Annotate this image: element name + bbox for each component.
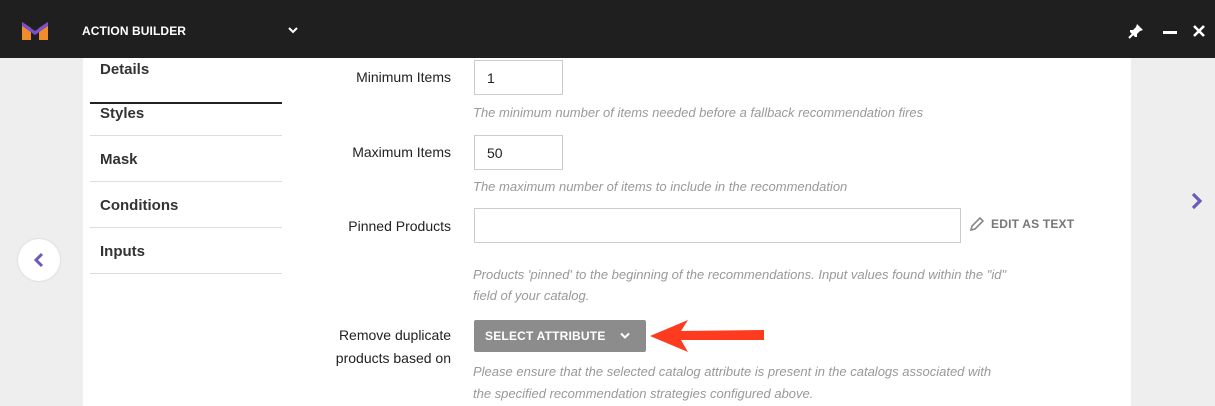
brand-logo xyxy=(22,22,48,40)
pinned-products-help-line1: Products 'pinned' to the beginning of th… xyxy=(473,267,1007,282)
sidebar-item-label: Styles xyxy=(100,105,145,122)
title-bar: ACTION BUILDER xyxy=(0,0,1215,58)
chevron-down-icon[interactable] xyxy=(286,23,300,37)
maximum-items-input[interactable] xyxy=(474,135,563,170)
app-title: ACTION BUILDER xyxy=(82,24,187,38)
sidebar-item-styles[interactable]: Styles xyxy=(90,90,282,136)
pinned-products-label: Pinned Products xyxy=(348,218,451,234)
sidebar-item-inputs[interactable]: Inputs xyxy=(90,228,282,274)
remove-duplicates-label-line1: Remove duplicate xyxy=(338,327,451,343)
minimum-items-label: Minimum Items xyxy=(356,69,451,85)
remove-duplicates-help-line2: the specified recommendation strategies … xyxy=(473,386,814,401)
right-gutter xyxy=(1131,58,1215,406)
chevron-left-icon xyxy=(33,252,44,268)
remove-duplicates-help-line1: Please ensure that the selected catalog … xyxy=(473,364,992,379)
minimum-items-help: The minimum number of items needed befor… xyxy=(473,105,924,120)
left-gutter xyxy=(0,58,83,406)
sidebar-item-label: Inputs xyxy=(100,243,145,260)
pinned-products-help-line2: field of your catalog. xyxy=(473,288,590,303)
prev-button[interactable] xyxy=(18,239,60,281)
pin-icon[interactable] xyxy=(1128,23,1144,39)
sidebar-item-label: Mask xyxy=(100,151,138,168)
chevron-right-icon[interactable] xyxy=(1189,190,1205,212)
chevron-down-icon xyxy=(620,332,630,339)
maximum-items-help: The maximum number of items to include i… xyxy=(473,179,848,194)
edit-as-text-label: EDIT AS TEXT xyxy=(991,217,1075,231)
maximum-items-label: Maximum Items xyxy=(352,144,451,160)
select-attribute-label: SELECT ATTRIBUTE xyxy=(485,329,606,343)
sidebar-item-label: Details xyxy=(100,61,150,78)
sidebar-item-conditions[interactable]: Conditions xyxy=(90,182,282,228)
annotation-arrow-icon xyxy=(650,320,764,352)
pinned-products-input[interactable] xyxy=(474,208,961,243)
select-attribute-button[interactable]: SELECT ATTRIBUTE xyxy=(474,320,646,352)
remove-duplicates-label-line2: products based on xyxy=(335,350,451,366)
sidebar-item-label: Conditions xyxy=(100,197,179,214)
minimize-icon[interactable] xyxy=(1163,31,1177,34)
pencil-icon xyxy=(969,216,985,232)
close-icon[interactable] xyxy=(1192,24,1206,38)
minimum-items-input[interactable] xyxy=(474,60,563,95)
sidebar-item-mask[interactable]: Mask xyxy=(90,136,282,182)
